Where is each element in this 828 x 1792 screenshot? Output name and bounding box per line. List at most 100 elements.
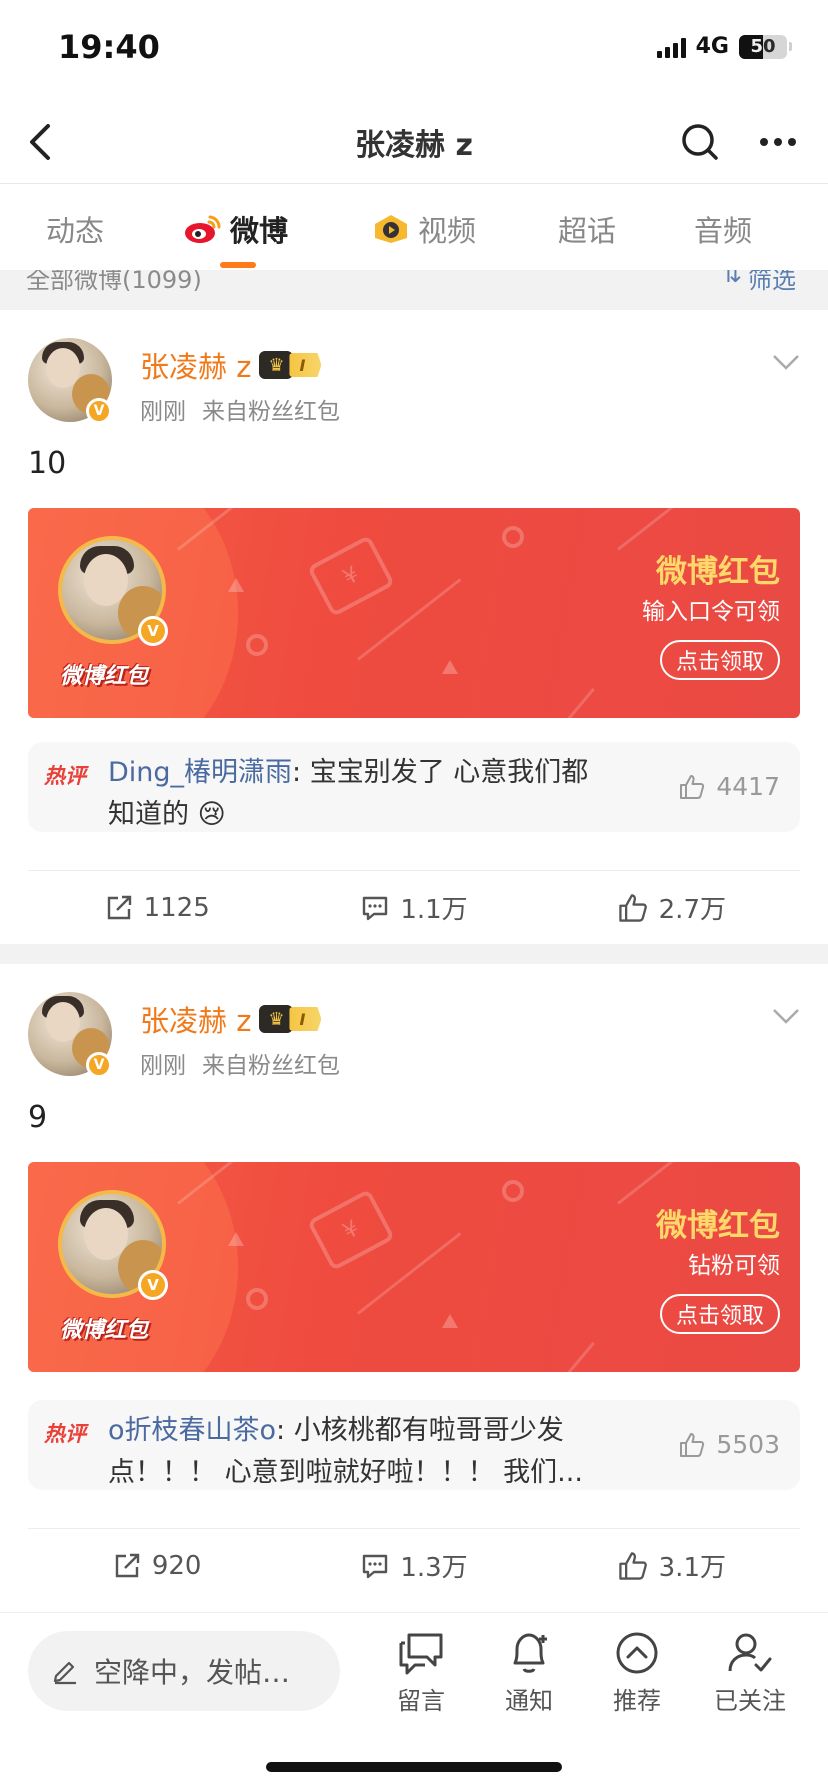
tab-video[interactable]: 视频 — [372, 208, 476, 250]
red-packet-card[interactable]: ¥ V 微博红包 微博红包 钻粉可领 点击领取 — [28, 1162, 800, 1372]
comment-like[interactable]: 5503 — [678, 1430, 780, 1459]
bell-icon — [513, 1633, 547, 1673]
message-button[interactable]: 留言 — [376, 1629, 466, 1716]
tab-label: 音频 — [694, 214, 753, 248]
comment-like-count: 5503 — [716, 1430, 780, 1459]
tab-bar: 动态 微博 视频 超话 音频 — [0, 184, 828, 270]
compose-input[interactable]: 空降中，发帖… — [28, 1631, 340, 1711]
hot-comment[interactable]: 热评 Ding_椿明潇雨: 宝宝别发了 心意我们都知道的 😢 4417 — [28, 742, 800, 832]
red-packet-logo: 微博红包 — [60, 1318, 149, 1343]
hot-comment-badge: 热评 — [44, 1422, 86, 1446]
tab-label: 动态 — [46, 214, 105, 248]
tab-audio[interactable]: 音频 — [694, 208, 752, 250]
post-actions: 920 1.3万 3.1万 — [28, 1528, 800, 1602]
post-text: 10 — [28, 446, 67, 481]
recommend-icon — [616, 1632, 658, 1674]
verified-badge-icon: V — [138, 1270, 168, 1300]
chevron-down-icon[interactable] — [770, 346, 802, 378]
followed-label: 已关注 — [714, 1687, 786, 1715]
filter-button[interactable]: ⇅ 筛选 — [722, 270, 796, 295]
red-packet-title: 微博红包 — [656, 554, 780, 590]
hot-comment[interactable]: 热评 o折枝春山茶o: 小核桃都有啦哥哥少发点！！！ 心意到啦就好啦！！！ 我们… — [28, 1400, 800, 1490]
pencil-icon — [53, 1661, 76, 1685]
like-button[interactable]: 3.1万 — [543, 1529, 800, 1602]
post-time: 刚刚 — [140, 399, 186, 425]
repost-count: 1125 — [143, 892, 210, 923]
post-source: 来自粉丝红包 — [202, 399, 340, 425]
repost-count: 920 — [151, 1550, 202, 1581]
tab-chaohua[interactable]: 超话 — [558, 208, 616, 250]
red-packet-logo: 微博红包 — [60, 664, 149, 689]
red-packet-subtitle: 输入口令可领 — [642, 599, 780, 625]
comment-button[interactable]: 1.3万 — [285, 1529, 542, 1602]
hot-comment-text: Ding_椿明潇雨: 宝宝别发了 心意我们都知道的 😢 — [108, 752, 608, 836]
battery-cap — [789, 42, 792, 51]
member-level: I — [289, 353, 322, 377]
like-count: 3.1万 — [658, 1553, 726, 1583]
claim-button[interactable]: 点击领取 — [659, 1294, 780, 1334]
thumbs-up-icon — [618, 893, 647, 922]
tab-dongtai[interactable]: 动态 — [46, 208, 104, 250]
post-time: 刚刚 — [140, 1053, 186, 1079]
status-time: 19:40 — [58, 28, 160, 66]
tab-weibo[interactable]: 微博 — [184, 208, 288, 250]
home-indicator[interactable] — [266, 1762, 562, 1772]
signal-icon — [656, 36, 686, 58]
message-icon — [399, 1633, 443, 1675]
comment-count: 1.3万 — [400, 1553, 468, 1583]
message-label: 留言 — [397, 1687, 445, 1715]
author-name: 张凌赫 z — [140, 350, 252, 384]
compose-placeholder: 空降中，发帖… — [94, 1656, 291, 1689]
red-packet-subtitle: 钻粉可领 — [688, 1253, 780, 1279]
post-meta: 刚刚 来自粉丝红包 — [140, 1046, 340, 1080]
author-row[interactable]: 张凌赫 z ♛ I — [140, 344, 322, 386]
recommend-button[interactable]: 推荐 — [592, 1629, 682, 1716]
post-actions: 1125 1.1万 2.7万 — [28, 870, 800, 944]
comment-like[interactable]: 4417 — [678, 772, 780, 801]
author-row[interactable]: 张凌赫 z ♛ I — [140, 998, 322, 1040]
comment-count: 1.1万 — [400, 895, 468, 925]
followed-button[interactable]: 已关注 — [700, 1629, 800, 1716]
search-icon[interactable] — [676, 118, 724, 166]
member-badge: ♛ I — [259, 1004, 322, 1034]
comment-user[interactable]: Ding_椿明潇雨 — [108, 757, 292, 788]
chevron-down-icon[interactable] — [770, 1000, 802, 1032]
claim-button[interactable]: 点击领取 — [659, 640, 780, 680]
like-count: 2.7万 — [658, 895, 726, 925]
network-type: 4G — [695, 34, 729, 59]
thumbs-up-icon — [618, 1551, 647, 1580]
verified-badge-icon: V — [86, 398, 112, 424]
filter-strip: 全部微博(1099) ⇅ 筛选 — [0, 270, 828, 310]
post-separator — [0, 944, 828, 964]
post-card: V 张凌赫 z ♛ I 刚刚 来自粉丝红包 10 ¥ V 微博红包 微博红包 输… — [0, 310, 828, 944]
active-tab-indicator — [220, 262, 256, 268]
status-bar: 19:40 4G 50 — [0, 0, 828, 100]
comment-user[interactable]: o折枝春山茶o — [108, 1415, 276, 1446]
thumbs-up-icon — [680, 774, 705, 799]
red-packet-card[interactable]: ¥ V 微博红包 微博红包 输入口令可领 点击领取 — [28, 508, 800, 718]
status-indicators: 4G 50 — [656, 34, 792, 59]
comment-like-count: 4417 — [716, 772, 780, 801]
crown-icon: ♛ — [259, 1005, 294, 1033]
tab-label: 微博 — [230, 214, 289, 248]
thumbs-up-icon — [680, 1432, 705, 1457]
post-text: 9 — [28, 1100, 48, 1135]
verified-badge-icon: V — [86, 1052, 112, 1078]
repost-icon — [107, 895, 131, 919]
more-icon[interactable] — [754, 118, 802, 166]
comment-icon — [363, 1554, 388, 1578]
member-badge: ♛ I — [259, 350, 322, 380]
post-count: 全部微博(1099) — [26, 270, 202, 294]
notify-button[interactable]: 通知 — [484, 1629, 574, 1716]
recommend-label: 推荐 — [613, 1687, 661, 1715]
repost-button[interactable]: 920 — [28, 1529, 285, 1602]
notify-label: 通知 — [505, 1687, 553, 1715]
repost-button[interactable]: 1125 — [28, 871, 285, 944]
envelope-icon: ¥ — [306, 534, 396, 618]
comment-button[interactable]: 1.1万 — [285, 871, 542, 944]
red-packet-title: 微博红包 — [656, 1208, 780, 1244]
hot-comment-text: o折枝春山茶o: 小核桃都有啦哥哥少发点！！！ 心意到啦就好啦！！！ 我们... — [108, 1410, 608, 1494]
battery-icon: 50 — [739, 34, 787, 59]
like-button[interactable]: 2.7万 — [543, 871, 800, 944]
crown-icon: ♛ — [259, 351, 294, 379]
